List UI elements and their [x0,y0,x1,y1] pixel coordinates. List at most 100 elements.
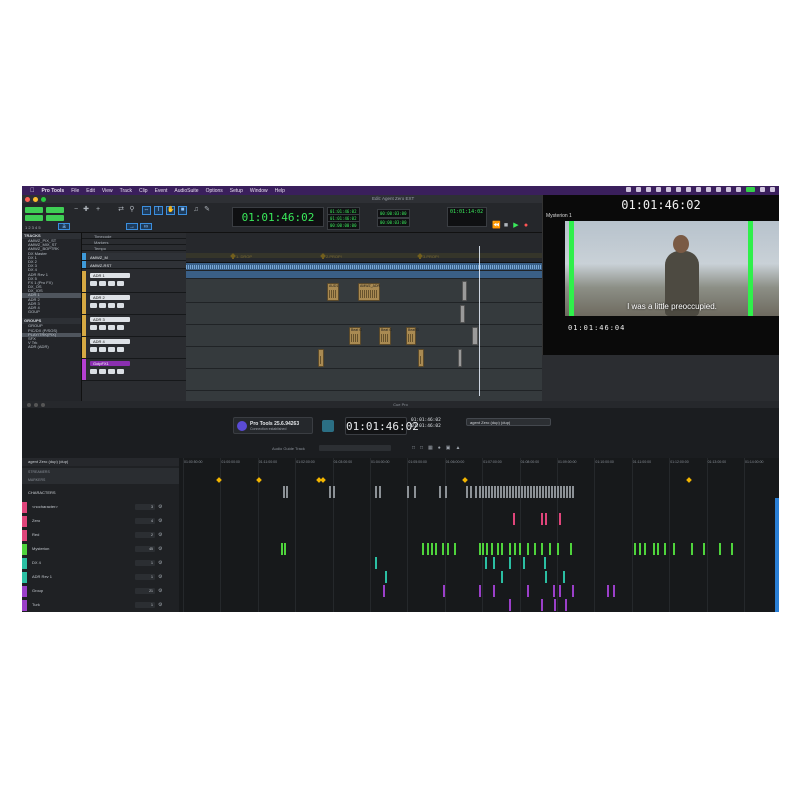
cue-mark[interactable] [427,543,429,555]
clip[interactable] [460,305,465,323]
spot-button[interactable] [46,207,64,213]
cue-mark[interactable] [497,486,499,498]
cue-mark[interactable] [284,543,286,555]
cue-mark[interactable] [475,486,477,498]
status-icon[interactable] [666,187,671,192]
facetime-icon[interactable] [746,187,755,192]
zoom-move-icon[interactable]: ✚ [82,206,90,214]
character-row[interactable]: DX 4 1 ⚙ [22,557,179,569]
cue-mark[interactable] [509,599,511,611]
cue-mark[interactable] [443,585,445,597]
zoom-in-icon[interactable]: + [94,206,102,214]
grid-button[interactable] [46,215,64,221]
menu-view[interactable]: View [102,188,113,194]
streamers-section[interactable]: STREAMERS [22,468,179,476]
cue-mark[interactable] [506,486,508,498]
cue-mark[interactable] [691,543,693,555]
status-icon[interactable] [716,187,721,192]
cue-mark[interactable] [422,543,424,555]
character-row[interactable]: Red 2 ⚙ [22,529,179,541]
track-header-adr2[interactable]: ADR 2 [82,293,186,315]
clip[interactable]: Beat G [406,327,419,345]
cue-mark[interactable] [557,486,559,498]
cue-mark[interactable] [523,557,525,569]
cue-mark[interactable] [493,557,495,569]
cue-mark[interactable] [563,486,565,498]
cue-mark[interactable] [554,599,556,611]
cue-mark[interactable] [644,543,646,555]
cue-mark[interactable] [534,543,536,555]
cue-timeline-grid[interactable]: 01:00:50:00 01:00:00:00 01:11:00:00 01:02:0… [179,458,779,612]
cue-mark[interactable] [482,543,484,555]
status-icon[interactable] [676,187,681,192]
shuffle-button[interactable] [25,207,43,213]
slip-button[interactable] [25,215,43,221]
minimize-icon[interactable] [33,196,38,202]
cue-mark[interactable] [485,486,487,498]
cue-mark[interactable] [514,543,516,555]
smart-tool-icon[interactable]: ■ [178,206,187,215]
cue-mark[interactable] [541,543,543,555]
cue-mark[interactable] [333,486,335,498]
clip[interactable]: AMWZ_ADR [358,283,380,301]
zoom-icon[interactable] [41,196,46,202]
cue-mark[interactable] [497,543,499,555]
cue-mark[interactable] [491,486,493,498]
cue-mark[interactable] [703,543,705,555]
cue-mark[interactable] [519,543,521,555]
cue-mark[interactable] [447,543,449,555]
cue-mark[interactable] [281,543,283,555]
markers-section[interactable]: MARKERS [22,476,179,484]
menu-help[interactable]: Help [275,188,285,194]
character-row[interactable]: <nocharacter> 3 ⚙ [22,501,179,513]
cue-mark[interactable] [527,486,529,498]
cue-mark[interactable] [442,543,444,555]
clip[interactable]: Beat G [349,327,362,345]
cue-mark[interactable] [494,486,496,498]
status-icon[interactable] [736,187,741,192]
character-row[interactable]: Zero 4 ⚙ [22,515,179,527]
rewind-icon[interactable]: ⏪ [492,222,501,230]
cue-mark[interactable] [518,486,520,498]
cue-mark[interactable] [479,486,481,498]
scroll-indicator[interactable] [775,498,779,612]
cue-mark[interactable] [570,543,572,555]
cue-mark[interactable] [554,486,556,498]
status-icon[interactable] [706,187,711,192]
cue-mark[interactable] [527,585,529,597]
post-roll-counter[interactable]: 00:00:03:00 [377,218,410,227]
close-icon[interactable] [27,403,31,407]
cue-mark[interactable] [454,543,456,555]
cue-mark[interactable] [566,486,568,498]
link-icon[interactable]: ∞ [140,223,152,230]
audio-guide-select[interactable] [319,445,391,451]
menu-clip[interactable]: Clip [139,188,148,194]
cue-mark[interactable] [545,513,547,525]
cue-mark[interactable] [536,486,538,498]
transport-counter[interactable]: 01:01:14:02 [447,207,487,227]
status-icon[interactable] [656,187,661,192]
playhead[interactable] [479,246,480,396]
cue-mark[interactable] [565,599,567,611]
cue-mark[interactable] [445,486,447,498]
cue-mark[interactable] [509,557,511,569]
menu-setup[interactable]: Setup [230,188,243,194]
magnify-icon[interactable]: ⚲ [128,206,136,214]
status-icon[interactable] [686,187,691,192]
menu-file[interactable]: File [71,188,79,194]
track-list-item[interactable]: GOUP [22,310,81,314]
group-list-item[interactable]: ADR (ADR) [22,345,81,349]
sync-icon[interactable] [322,420,334,432]
cue-mark[interactable] [470,486,472,498]
cue-mark[interactable] [639,543,641,555]
menu-track[interactable]: Track [120,188,132,194]
cue-mark[interactable] [572,585,574,597]
cue-mark[interactable] [501,543,503,555]
cue-mark[interactable] [500,486,502,498]
cue-mark[interactable] [509,486,511,498]
cue-mark[interactable] [545,571,547,583]
project-selector[interactable]: agent Zero (dup) (dup) [466,418,551,426]
cue-mark[interactable] [488,486,490,498]
clip[interactable] [462,281,467,301]
cue-mark[interactable] [559,513,561,525]
